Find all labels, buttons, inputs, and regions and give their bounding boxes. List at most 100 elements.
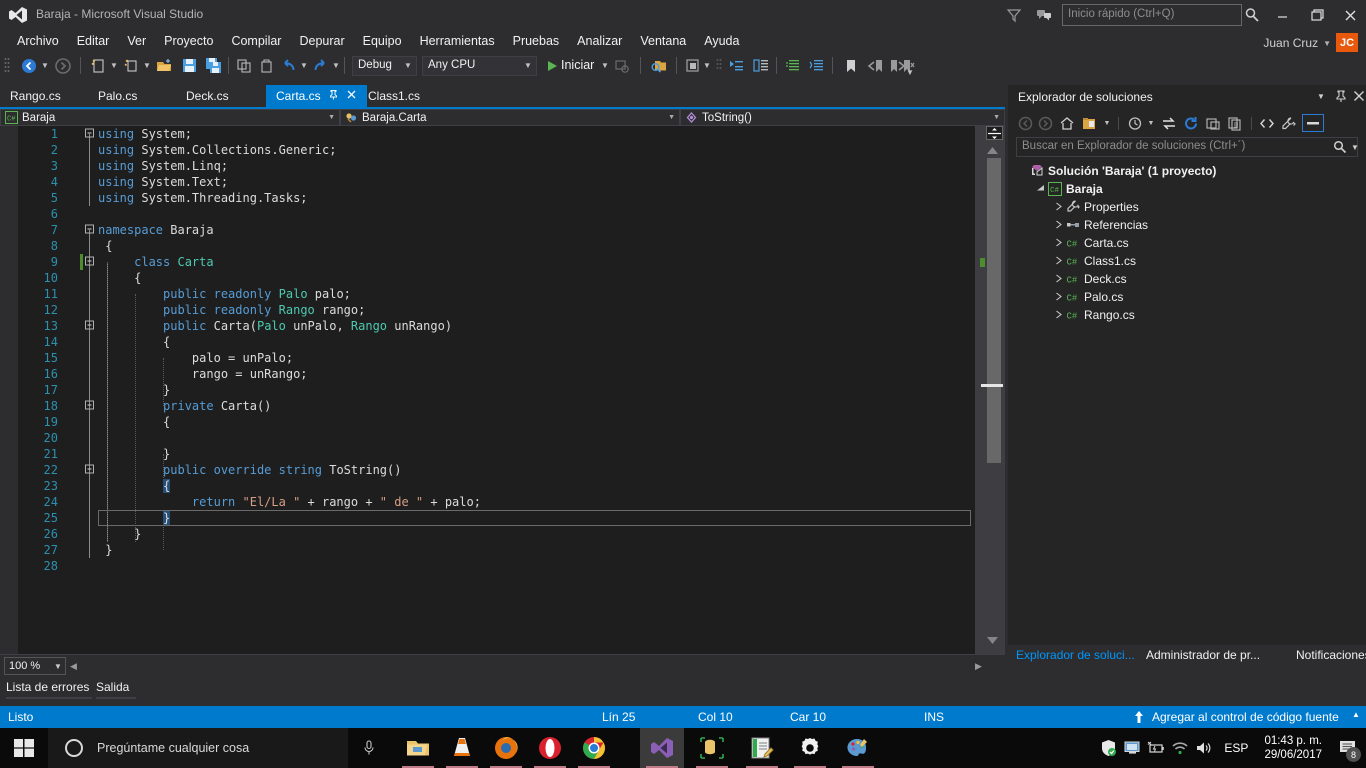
refresh-icon[interactable] (1182, 114, 1200, 132)
code-line[interactable]: 18 private Carta() (18, 398, 975, 414)
menu-item-ayuda[interactable]: Ayuda (695, 32, 748, 50)
fold-collapse-icon[interactable] (84, 318, 95, 334)
open-file-icon[interactable] (153, 55, 175, 76)
chevron-down-icon[interactable]: ▼ (703, 61, 711, 70)
navbar-project-select[interactable]: C# Baraja ▼ (0, 109, 340, 126)
collapsed-arrow-icon[interactable] (1052, 292, 1064, 303)
chrome-icon[interactable] (572, 728, 616, 768)
solution-tree-item-deck.cs[interactable]: C# Deck.cs (1008, 270, 1366, 288)
solution-explorer-footer-tab-1[interactable]: Administrador de pr... (1146, 648, 1260, 662)
menu-item-ventana[interactable]: Ventana (631, 32, 695, 50)
code-line[interactable]: 1 using System; (18, 126, 975, 142)
feedback-icon[interactable] (1034, 5, 1054, 25)
code-line[interactable]: 19 { (18, 414, 975, 430)
solution-tree-item-palo.cs[interactable]: C# Palo.cs (1008, 288, 1366, 306)
comment-icon[interactable] (782, 55, 804, 76)
scroll-right-icon[interactable]: ▶ (975, 661, 982, 672)
cut-icon[interactable] (234, 55, 254, 76)
show-all-files-icon[interactable] (1226, 114, 1244, 132)
solution-platform-icon[interactable] (682, 55, 704, 76)
chevron-down-icon[interactable]: ▼ (54, 662, 62, 671)
chevron-down-icon[interactable]: ▼ (524, 61, 532, 70)
close-icon[interactable] (1352, 89, 1366, 105)
document-tab-carta-cs[interactable]: Carta.cs (266, 85, 367, 107)
chevron-down-icon[interactable]: ▼ (404, 61, 412, 70)
code-line[interactable]: 3 using System.Linq; (18, 158, 975, 174)
maximize-button[interactable] (1302, 2, 1330, 28)
chevron-down-icon[interactable]: ▼ (1098, 114, 1116, 132)
code-line[interactable]: 11 public readonly Palo palo; (18, 286, 975, 302)
collapsed-arrow-icon[interactable] (1052, 238, 1064, 249)
fold-collapse-icon[interactable] (84, 126, 95, 142)
collapsed-arrow-icon[interactable] (1052, 274, 1064, 285)
code-line[interactable]: 23 { (18, 478, 975, 494)
solution-tree-item-rango.cs[interactable]: C# Rango.cs (1008, 306, 1366, 324)
code-line[interactable]: 24 return "El/La " + rango + " de " + pa… (18, 494, 975, 510)
sql-server-tools-icon[interactable] (690, 728, 734, 768)
language-indicator[interactable]: ESP (1216, 741, 1256, 755)
visual-studio-icon[interactable] (640, 728, 684, 768)
undo-icon[interactable] (279, 55, 299, 76)
vlc-media-player-icon[interactable] (440, 728, 484, 768)
navbar-member-select[interactable]: ToString() ▼ (680, 109, 1005, 126)
scrollbar-thumb[interactable] (987, 158, 1001, 463)
redo-icon[interactable] (310, 55, 330, 76)
code-line[interactable]: 14 { (18, 334, 975, 350)
fold-collapse-icon[interactable] (84, 462, 95, 478)
chevron-down-icon[interactable]: ▼ (110, 61, 118, 70)
chevron-down-icon[interactable]: ▼ (332, 61, 340, 70)
document-tab-deck-cs[interactable]: Deck.cs (176, 85, 239, 107)
solution-tree-item-carta.cs[interactable]: C# Carta.cs (1008, 234, 1366, 252)
code-editor[interactable]: 1 using System; 2 using System.Collections.… (0, 126, 1005, 654)
windows-start-icon[interactable] (0, 728, 48, 768)
chevron-down-icon[interactable]: ▼ (1142, 114, 1160, 132)
chevron-down-icon[interactable]: ▼ (1351, 143, 1359, 152)
solution-tree-item-solucin[interactable]: Solución 'Baraja' (1 proyecto) (1008, 162, 1366, 180)
windows-defender-icon[interactable] (1096, 728, 1120, 768)
cortana-search-box[interactable]: Pregúntame cualquier cosa (48, 728, 348, 768)
chevron-down-icon[interactable]: ▼ (1323, 39, 1331, 48)
notepad-icon[interactable] (740, 728, 784, 768)
code-line[interactable]: 9 class Carta (18, 254, 975, 270)
scroll-left-icon[interactable]: ◀ (70, 661, 77, 672)
chevron-down-icon[interactable]: ▼ (41, 61, 49, 70)
avatar[interactable]: JC (1336, 33, 1358, 53)
pending-changes-icon[interactable] (1080, 114, 1098, 132)
property-pages-icon[interactable] (1302, 114, 1324, 132)
code-line[interactable]: 15 palo = unPalo; (18, 350, 975, 366)
collapsed-arrow-icon[interactable] (1052, 310, 1064, 321)
navbar-type-select[interactable]: Baraja.Carta ▼ (340, 109, 680, 126)
code-line[interactable]: 20 (18, 430, 975, 446)
step-over-icon[interactable] (750, 55, 772, 76)
paint-icon[interactable] (836, 728, 880, 768)
volume-icon[interactable] (1192, 728, 1216, 768)
chevron-down-icon[interactable]: ▼ (143, 61, 151, 70)
code-line[interactable]: 21 } (18, 446, 975, 462)
copy-icon[interactable] (257, 55, 277, 76)
toolbar-overflow-icon[interactable]: ▼ (906, 68, 914, 77)
toolbar-grip[interactable] (4, 57, 10, 74)
solution-tree-item-class1.cs[interactable]: C# Class1.cs (1008, 252, 1366, 270)
wifi-icon[interactable] (1168, 728, 1192, 768)
code-line[interactable]: 27 } (18, 542, 975, 558)
document-tab-class1-cs[interactable]: Class1.cs (358, 85, 430, 107)
code-line[interactable]: 8 { (18, 238, 975, 254)
platform-select[interactable]: Any CPU (422, 56, 537, 76)
code-line[interactable]: 22 public override string ToString() (18, 462, 975, 478)
navigate-forward-icon[interactable] (52, 55, 74, 76)
code-line[interactable]: 6 (18, 206, 975, 222)
battery-icon[interactable] (1144, 728, 1168, 768)
editor-vertical-scrollbar[interactable] (975, 126, 1005, 654)
code-line[interactable]: 4 using System.Text; (18, 174, 975, 190)
user-account[interactable]: Juan Cruz ▼ JC (1263, 33, 1358, 53)
collapsed-arrow-icon[interactable] (1052, 256, 1064, 267)
code-line[interactable]: 5 using System.Threading.Tasks; (18, 190, 975, 206)
file-explorer-icon[interactable] (396, 728, 440, 768)
scroll-up-icon[interactable] (986, 144, 999, 158)
code-line[interactable]: 16 rango = unRango; (18, 366, 975, 382)
collapsed-arrow-icon[interactable] (1052, 220, 1064, 231)
settings-icon[interactable] (788, 728, 832, 768)
start-debug-label[interactable]: Iniciar (561, 58, 594, 72)
opera-icon[interactable] (528, 728, 572, 768)
save-icon[interactable] (178, 55, 200, 76)
